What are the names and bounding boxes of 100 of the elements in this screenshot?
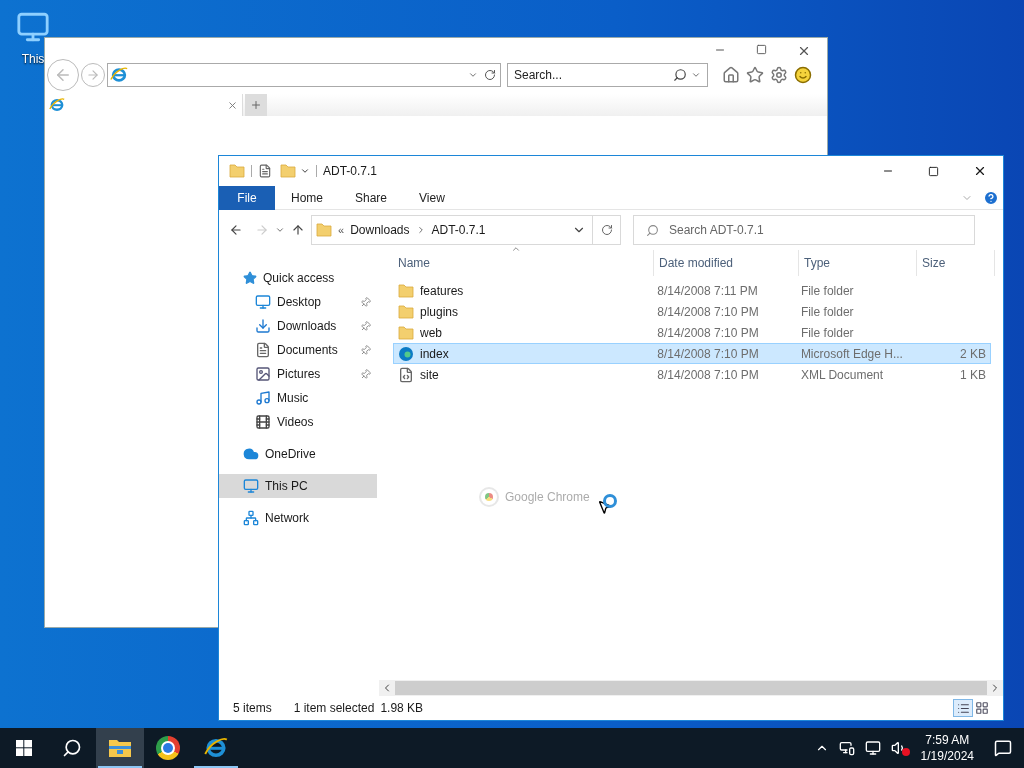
refresh-button[interactable] (593, 215, 621, 245)
drag-label: Google Chrome (505, 489, 590, 506)
size-cell-text: 1 KB (960, 366, 986, 384)
address-field[interactable] (107, 63, 501, 87)
search-icon (646, 223, 659, 237)
breadcrumb[interactable]: Downloads (350, 221, 410, 239)
column-header[interactable]: Type (799, 250, 917, 276)
file-row[interactable]: index 8/14/2008 7:10 PM Microsoft Edge H... 2 KB (393, 343, 991, 364)
properties-icon[interactable] (258, 164, 272, 178)
smiley-icon[interactable] (794, 66, 812, 84)
nav-item[interactable]: Downloads (219, 314, 377, 338)
ribbon-tab[interactable]: Share (339, 185, 404, 210)
clock-date[interactable]: 1/19/2024 (920, 748, 974, 764)
favorites-icon[interactable] (746, 66, 764, 84)
sort-indicator-icon (511, 244, 521, 254)
home-icon[interactable] (722, 66, 740, 84)
breadcrumb[interactable]: ADT-0.7.1 (431, 221, 486, 239)
selection-info: 1 item selected (293, 700, 375, 717)
details-view-button[interactable] (953, 699, 973, 717)
folder-icon (398, 325, 414, 340)
dropdown-icon (691, 70, 701, 80)
muted-badge (901, 748, 910, 756)
device-icon[interactable] (838, 740, 855, 756)
maximize-icon[interactable] (928, 165, 939, 177)
forward-icon (86, 68, 100, 82)
desktop-icon-label[interactable]: This (21, 50, 45, 68)
file-name: site (420, 366, 439, 384)
document-icon (255, 342, 271, 358)
folder-icon (280, 164, 296, 178)
window-title: ADT-0.7.1 (323, 163, 378, 180)
dropdown-icon[interactable] (300, 166, 310, 176)
nav-item[interactable]: Network (219, 506, 377, 530)
nav-item[interactable]: Quick access (219, 266, 377, 290)
ribbon-tab[interactable]: Home (275, 185, 339, 210)
file-name: index (420, 345, 449, 363)
settings-icon[interactable] (770, 66, 788, 84)
date-cell-text: 8/14/2008 7:10 PM (656, 303, 760, 321)
close-tab-icon[interactable] (227, 99, 238, 111)
ribbon-tab[interactable]: File (219, 185, 275, 210)
back-icon[interactable] (229, 223, 243, 237)
type-cell-text: File folder (799, 303, 855, 321)
notifications-icon[interactable] (994, 739, 1012, 757)
network-status-icon[interactable] (864, 740, 881, 756)
search-icon (673, 68, 687, 82)
windows-logo-icon (16, 740, 32, 756)
browser-logo-icon (49, 97, 65, 113)
date-cell-text: 8/14/2008 7:10 PM (656, 324, 760, 342)
close-icon[interactable] (973, 164, 987, 178)
cloud-icon (243, 446, 259, 462)
file-row[interactable]: web 8/14/2008 7:10 PM File folder (393, 322, 991, 343)
thumbnails-icon[interactable] (975, 701, 989, 715)
search-field[interactable]: Search ADT-0.7.1 (633, 215, 975, 245)
column-header[interactable]: Date modified (654, 250, 799, 276)
computer-icon (243, 478, 259, 494)
search-field[interactable]: Search... (507, 63, 708, 87)
overflow-chevron[interactable]: « (338, 221, 345, 239)
date-cell-text: 8/14/2008 7:11 PM (656, 282, 759, 300)
new-tab-icon (250, 99, 262, 111)
details-icon (956, 701, 970, 715)
selection-size: 1.98 KB (380, 700, 424, 717)
type-cell-text: File folder (799, 282, 855, 300)
up-icon[interactable] (291, 223, 305, 237)
nav-item[interactable]: Pictures (219, 362, 377, 386)
type-cell-text: XML Document (799, 366, 885, 384)
nav-item[interactable]: Videos (219, 410, 377, 434)
ribbon-tab[interactable]: View (403, 185, 461, 210)
folder-icon (398, 283, 414, 298)
chrome-icon (156, 736, 180, 760)
file-row[interactable]: site 8/14/2008 7:10 PM XML Document 1 KB (393, 364, 991, 385)
nav-item[interactable]: This PC (219, 474, 377, 498)
address-bar[interactable]: « Downloads ADT-0.7.1 (311, 215, 593, 245)
file-row[interactable]: features 8/14/2008 7:11 PM File folder (393, 280, 991, 301)
recent-locations-icon[interactable] (275, 225, 285, 235)
column-header[interactable]: Name (393, 250, 654, 276)
file-row[interactable]: plugins 8/14/2008 7:10 PM File folder (393, 301, 991, 322)
back-icon (54, 66, 72, 84)
nav-item[interactable]: Documents (219, 338, 377, 362)
network-icon (243, 510, 259, 526)
busy-icon (603, 494, 617, 508)
picture-icon (255, 366, 271, 382)
horizontal-scrollbar[interactable] (379, 680, 1003, 696)
monitor-icon (255, 294, 271, 310)
clock-time[interactable]: 7:59 AM (925, 732, 970, 748)
refresh-icon[interactable] (484, 69, 496, 81)
nav-item[interactable]: Desktop (219, 290, 377, 314)
chrome-icon (481, 489, 497, 505)
maximize-icon[interactable] (756, 44, 767, 55)
help-icon[interactable] (983, 189, 999, 206)
column-header[interactable]: Size (917, 250, 995, 276)
browser-logo-icon (204, 736, 228, 760)
document-icon (398, 366, 414, 383)
browser-logo-icon (110, 66, 128, 84)
search-icon (62, 738, 82, 758)
nav-item[interactable]: OneDrive (219, 442, 377, 466)
nav-item[interactable]: Music (219, 386, 377, 410)
item-count: 5 items (233, 700, 272, 717)
taskbar-app[interactable] (96, 728, 144, 768)
close-icon[interactable] (797, 44, 811, 58)
computer-icon (16, 10, 50, 44)
size-cell-text: 2 KB (960, 345, 986, 363)
